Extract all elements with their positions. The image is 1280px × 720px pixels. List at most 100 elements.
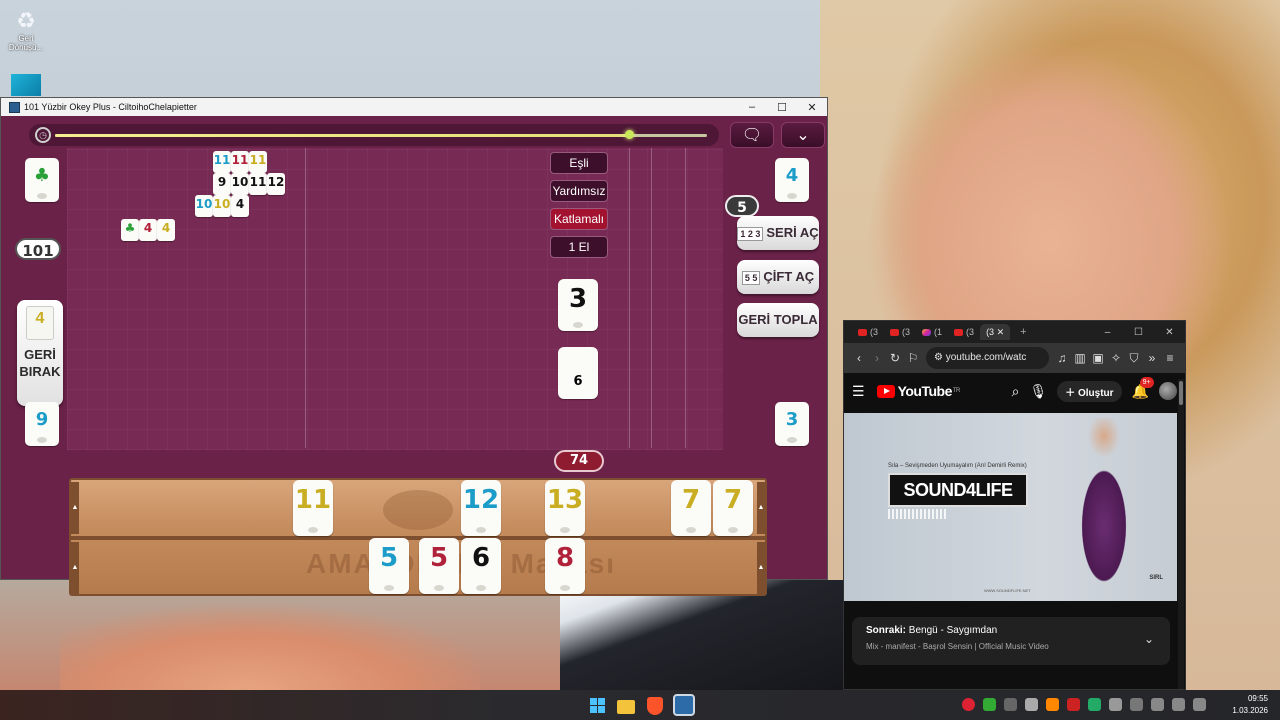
browser-tab[interactable]: (3 — [852, 324, 884, 340]
reload-icon[interactable]: ↻ — [886, 351, 904, 365]
ai-icon[interactable]: ✧ — [1107, 351, 1125, 365]
search-icon[interactable]: ⌕ — [1012, 383, 1020, 400]
battery-icon[interactable] — [1193, 698, 1206, 711]
desktop-shortcut[interactable] — [8, 74, 44, 96]
right-top-tile: 4 — [775, 158, 809, 202]
rack-tile[interactable]: 7 — [671, 480, 711, 536]
browser-tab-strip: (3 (3 (1 (3 (3 ✕ + – ☐ ✕ — [844, 321, 1185, 343]
chat-icon: 🗨 — [741, 127, 763, 144]
hamburger-menu-icon[interactable]: ☰ — [852, 383, 865, 400]
tab-label: (3 — [902, 327, 911, 337]
avatar[interactable] — [1159, 382, 1177, 400]
rack-tile[interactable]: 5 — [369, 538, 409, 594]
discard-back-button[interactable]: 4 GERİ BIRAK — [17, 300, 63, 406]
okey-taskbar-button[interactable] — [673, 694, 695, 716]
tray-app-icon[interactable] — [1088, 698, 1101, 711]
open-pairs-button[interactable]: 5 5 ÇİFT AÇ — [737, 260, 819, 294]
menu-icon[interactable]: ≡ — [1161, 351, 1179, 365]
rack-scroll-handle[interactable]: ▲ — [757, 482, 765, 534]
volume-icon[interactable] — [1172, 698, 1185, 711]
browser-maximize-button[interactable]: ☐ — [1123, 327, 1154, 338]
draw-pile-tile[interactable]: 6 — [558, 347, 598, 399]
browser-close-button[interactable]: ✕ — [1154, 327, 1185, 338]
rack-tile[interactable]: 11 — [293, 480, 333, 536]
rack-scroll-handle[interactable]: ▲ — [71, 542, 79, 594]
forward-arrow-icon[interactable]: › — [868, 351, 886, 365]
browser-tab[interactable]: (1 — [916, 324, 948, 340]
maximize-button[interactable]: ☐ — [767, 101, 797, 114]
file-explorer-button[interactable] — [615, 694, 637, 716]
rack-tile[interactable]: 8 — [545, 538, 585, 594]
up-next-card[interactable]: Sonraki: Bengü - Saygımdan Mix - manifes… — [852, 617, 1170, 665]
rack-scroll-handle[interactable]: ▲ — [71, 482, 79, 534]
address-bar[interactable]: ⚙ youtube.com/watc — [926, 347, 1049, 369]
table-divider — [305, 148, 306, 448]
tab-label: (3 — [966, 327, 975, 337]
collapse-button[interactable]: ⌄ — [781, 122, 825, 148]
music-icon[interactable]: ♫ — [1053, 351, 1071, 365]
more-icon[interactable]: » — [1143, 351, 1161, 365]
table-divider — [651, 148, 652, 448]
browser-tab[interactable]: (3 — [884, 324, 916, 340]
start-button[interactable] — [586, 694, 608, 716]
taskbar: 09:55 1.03.2026 — [0, 690, 1280, 720]
rack-scroll-handle[interactable]: ▲ — [757, 542, 765, 594]
close-button[interactable]: ✕ — [797, 101, 827, 114]
up-next-prefix: Sonraki: — [866, 625, 907, 636]
tray-app-icon[interactable] — [983, 698, 996, 711]
tray-app-icon[interactable] — [1109, 698, 1122, 711]
brave-button[interactable] — [644, 694, 666, 716]
rack-tile[interactable]: 12 — [461, 480, 501, 536]
browser-minimize-button[interactable]: – — [1092, 327, 1123, 338]
taskbar-clock[interactable]: 09:55 1.03.2026 — [1232, 693, 1268, 717]
video-player[interactable]: Sıla – Sevişmeden Uyumayalım (Arıl Demir… — [844, 413, 1177, 601]
tray-app-icon[interactable] — [962, 698, 975, 711]
new-tab-button[interactable]: + — [1020, 326, 1026, 338]
site-info-icon[interactable]: ⚙ — [934, 352, 946, 363]
wallpaper-dress — [560, 580, 850, 690]
clock-date: 1.03.2026 — [1232, 706, 1268, 715]
tray-app-icon[interactable] — [1046, 698, 1059, 711]
microphone-tray-icon[interactable] — [1130, 698, 1143, 711]
rack-tile[interactable]: 7 — [713, 480, 753, 536]
minimize-button[interactable]: – — [737, 101, 767, 113]
rack-tile[interactable]: 6 — [461, 538, 501, 594]
create-button[interactable]: ＋ Oluştur — [1057, 380, 1122, 402]
okey-game-window: 101 Yüzbir Okey Plus - CiltoihoChelapiet… — [0, 97, 828, 596]
table-area — [67, 148, 723, 450]
left-bottom-tile[interactable]: 9 — [25, 402, 59, 446]
video-mark: SIRL — [1149, 575, 1163, 581]
up-next-playlist: Mix - manifest - Başrol Sensin | Officia… — [866, 642, 1049, 651]
score-badge: 101 — [15, 238, 61, 260]
tray-app-icon[interactable] — [1067, 698, 1080, 711]
wallet-icon[interactable]: ▣ — [1089, 351, 1107, 365]
back-arrow-icon[interactable]: ‹ — [850, 351, 868, 365]
collect-back-button[interactable]: GERİ TOPLA — [737, 303, 819, 337]
table-tile: 10 — [231, 173, 249, 195]
open-series-label: SERİ AÇ — [766, 225, 819, 240]
youtube-header: ☰ YouTube TR ⌕ 🎙 ＋ Oluştur 🔔 9+ — [844, 373, 1185, 409]
youtube-wordmark: YouTube — [897, 383, 953, 399]
microphone-icon[interactable]: 🎙 — [1029, 383, 1047, 400]
chat-button[interactable]: 🗨 — [730, 122, 774, 148]
wifi-icon[interactable] — [1151, 698, 1164, 711]
browser-tab[interactable]: (3 — [948, 324, 980, 340]
notifications-button[interactable]: 🔔 9+ — [1132, 376, 1154, 400]
page-scrollbar[interactable] — [1178, 379, 1184, 689]
recycle-bin-desktop-icon[interactable]: ♻ Geri Dönüşü... — [8, 8, 44, 52]
rack-tile[interactable]: 13 — [545, 480, 585, 536]
shield-icon[interactable]: ⛉ — [1125, 351, 1143, 366]
tray-app-icon[interactable] — [1004, 698, 1017, 711]
tile-value: 9 — [35, 409, 49, 430]
table-tile: 12 — [267, 173, 285, 195]
chevron-down-icon[interactable]: ⌄ — [1144, 632, 1154, 646]
sidebar-icon[interactable]: ▥ — [1071, 351, 1089, 365]
bookmark-icon[interactable]: ⚐ — [904, 351, 922, 365]
tray-app-icon[interactable] — [1025, 698, 1038, 711]
youtube-logo[interactable]: YouTube TR — [876, 383, 960, 399]
pile-number: 6 — [573, 374, 583, 389]
rack-tile[interactable]: 5 — [419, 538, 459, 594]
tab-close-icon[interactable]: ✕ — [997, 327, 1005, 338]
browser-tab-active[interactable]: (3 ✕ — [980, 324, 1011, 340]
open-series-button[interactable]: 1 2 3 SERİ AÇ — [737, 216, 819, 250]
